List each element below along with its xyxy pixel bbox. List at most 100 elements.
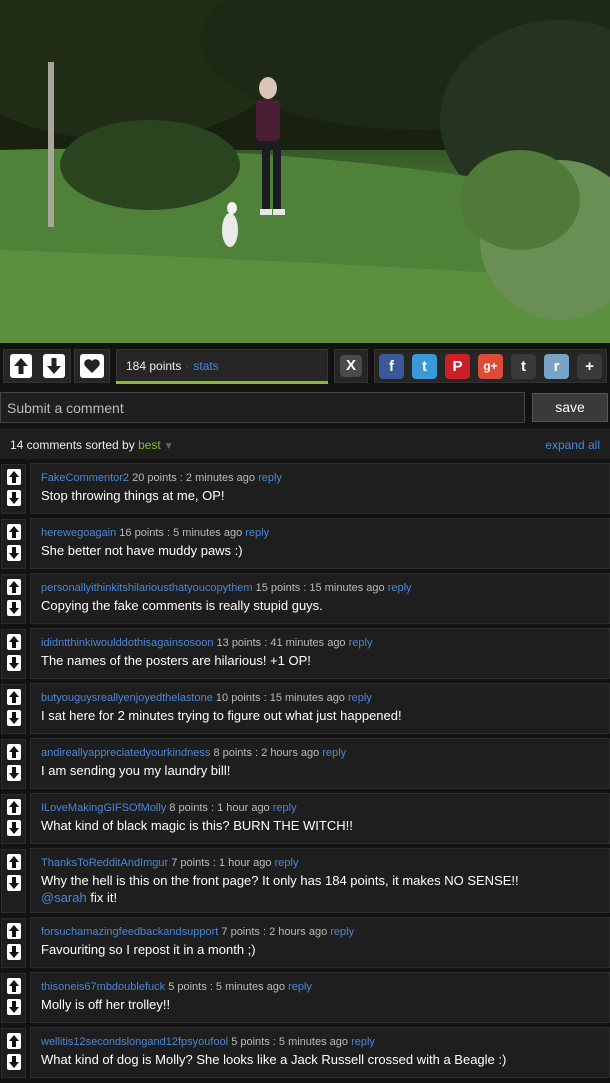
reply-link[interactable]: reply — [275, 857, 299, 869]
comment-text-content: Copying the fake comments is really stup… — [41, 598, 323, 613]
comment-author[interactable]: herewegoagain — [41, 527, 116, 539]
comment-author[interactable]: ididntthinkiwoulddothisagainsosoon — [41, 637, 213, 649]
comment-text-content: Molly is off her trolley!! — [41, 997, 171, 1012]
reply-link[interactable]: reply — [245, 527, 269, 539]
comment-count: 14 comments sorted by best ▼ — [10, 438, 174, 452]
heart-icon — [80, 354, 104, 378]
comment-author[interactable]: butyouguysreallyenjoyedthelastone — [41, 692, 213, 704]
downvote-icon[interactable] — [6, 1054, 21, 1070]
chevron-down-icon[interactable]: ▼ — [164, 441, 174, 452]
upvote-icon[interactable] — [6, 579, 21, 595]
comment-input[interactable] — [0, 392, 525, 423]
twitter-icon[interactable]: t — [412, 353, 437, 379]
expand-all-link[interactable]: expand all — [545, 438, 600, 452]
downvote-icon[interactable] — [6, 655, 21, 671]
downvote-icon[interactable] — [6, 875, 21, 891]
comment-text-content: I am sending you my laundry bill! — [41, 763, 231, 778]
save-button[interactable]: save — [532, 393, 608, 422]
comment-body: thisoneis67mbdoublefuck 5 points : 5 min… — [30, 972, 610, 1023]
comment-author[interactable]: thisoneis67mbdoublefuck — [41, 981, 165, 993]
comment-text: Why the hell is this on the front page? … — [41, 872, 599, 906]
reddit-icon[interactable]: r — [544, 353, 569, 379]
comment-item: forsuchamazingfeedbackandsupport 7 point… — [0, 917, 610, 968]
score-bar — [116, 381, 328, 384]
comment-item: ididntthinkiwoulddothisagainsosoon 13 po… — [0, 628, 610, 679]
upvote-icon[interactable] — [6, 634, 21, 650]
downvote-icon[interactable] — [6, 600, 21, 616]
reply-link[interactable]: reply — [348, 692, 372, 704]
comment-body: andireallyappreciatedyourkindness 8 poin… — [30, 738, 610, 789]
comment-text-content: What kind of dog is Molly? She looks lik… — [41, 1052, 507, 1067]
google-plus-icon[interactable]: g+ — [478, 353, 503, 379]
comment-text: I sat here for 2 minutes trying to figur… — [41, 707, 599, 724]
reply-link[interactable]: reply — [288, 981, 312, 993]
user-mention[interactable]: @sarah — [41, 890, 87, 905]
comment-body: herewegoagain 16 points : 5 minutes ago … — [30, 518, 610, 569]
comment-body: ILoveMakingGIFSOfMolly 8 points : 1 hour… — [30, 793, 610, 844]
downvote-icon[interactable] — [6, 490, 21, 506]
favorite-button[interactable] — [74, 349, 110, 383]
comment-text: Molly is off her trolley!! — [41, 996, 599, 1013]
downvote-icon[interactable] — [6, 545, 21, 561]
comment-author[interactable]: forsuchamazingfeedbackandsupport — [41, 926, 218, 938]
comment-meta: ThanksToRedditAndImgur 7 points : 1 hour… — [41, 857, 599, 869]
comment-item: butyouguysreallyenjoyedthelastone 10 poi… — [0, 683, 610, 734]
upvote-icon[interactable] — [9, 354, 32, 378]
reply-link[interactable]: reply — [388, 582, 412, 594]
reply-link[interactable]: reply — [351, 1036, 375, 1048]
facebook-icon[interactable]: f — [379, 353, 404, 379]
downvote-icon[interactable] — [42, 354, 65, 378]
close-button[interactable]: X — [334, 349, 368, 383]
reply-link[interactable]: reply — [273, 802, 297, 814]
post-vote-group — [3, 349, 71, 383]
upvote-icon[interactable] — [6, 923, 21, 939]
comment-text: I am sending you my laundry bill! — [41, 762, 599, 779]
upvote-icon[interactable] — [6, 799, 21, 815]
points-display: 184 points · stats — [116, 349, 328, 383]
stats-link[interactable]: stats — [193, 359, 218, 373]
comment-item: FakeCommentor2 20 points : 2 minutes ago… — [0, 463, 610, 514]
comment-author[interactable]: ThanksToRedditAndImgur — [41, 857, 168, 869]
upvote-icon[interactable] — [6, 978, 21, 994]
downvote-icon[interactable] — [6, 820, 21, 836]
comment-vote-group — [1, 973, 26, 1023]
reply-link[interactable]: reply — [258, 472, 282, 484]
reply-link[interactable]: reply — [322, 747, 346, 759]
more-share-icon[interactable]: + — [577, 353, 602, 379]
comment-author[interactable]: personallyithinkitshilariousthatyoucopyt… — [41, 582, 253, 594]
comment-item: personallyithinkitshilariousthatyoucopyt… — [0, 573, 610, 624]
comment-body: butyouguysreallyenjoyedthelastone 10 poi… — [30, 683, 610, 734]
upvote-icon[interactable] — [6, 524, 21, 540]
upvote-icon[interactable] — [6, 744, 21, 760]
downvote-icon[interactable] — [6, 944, 21, 960]
comment-text: What kind of dog is Molly? She looks lik… — [41, 1051, 599, 1068]
reply-link[interactable]: reply — [330, 926, 354, 938]
comment-points-time: 15 points : 15 minutes ago — [252, 582, 388, 594]
downvote-icon[interactable] — [6, 765, 21, 781]
comment-item: ILoveMakingGIFSOfMolly 8 points : 1 hour… — [0, 793, 610, 844]
upvote-icon[interactable] — [6, 1033, 21, 1049]
upvote-icon[interactable] — [6, 469, 21, 485]
comment-points-time: 7 points : 2 hours ago — [218, 926, 331, 938]
comment-text: Favouriting so I repost it in a month ;) — [41, 941, 599, 958]
comment-vote-group — [1, 519, 26, 569]
upvote-icon[interactable] — [6, 689, 21, 705]
downvote-icon[interactable] — [6, 999, 21, 1015]
comment-author[interactable]: wellitis12secondslongand12fpsyoufool — [41, 1036, 228, 1048]
tumblr-icon[interactable]: t — [511, 353, 536, 379]
comment-text: Copying the fake comments is really stup… — [41, 597, 599, 614]
comment-author[interactable]: ILoveMakingGIFSOfMolly — [41, 802, 166, 814]
comment-author[interactable]: andireallyappreciatedyourkindness — [41, 747, 210, 759]
comment-meta: FakeCommentor2 20 points : 2 minutes ago… — [41, 472, 599, 484]
downvote-icon[interactable] — [6, 710, 21, 726]
sort-dropdown[interactable]: best — [138, 438, 161, 452]
comment-body: FakeCommentor2 20 points : 2 minutes ago… — [30, 463, 610, 514]
post-image[interactable] — [0, 0, 610, 343]
upvote-icon[interactable] — [6, 854, 21, 870]
comment-vote-group — [1, 739, 26, 789]
comment-body: forsuchamazingfeedbackandsupport 7 point… — [30, 917, 610, 968]
comment-meta: wellitis12secondslongand12fpsyoufool 5 p… — [41, 1036, 599, 1048]
reply-link[interactable]: reply — [349, 637, 373, 649]
pinterest-icon[interactable]: P — [445, 353, 470, 379]
comment-author[interactable]: FakeCommentor2 — [41, 472, 129, 484]
